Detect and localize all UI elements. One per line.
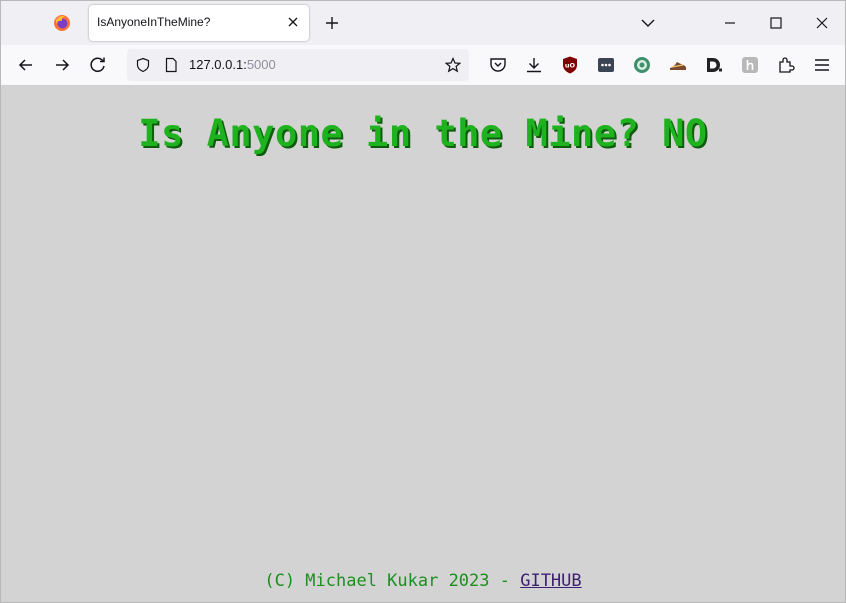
- bookmark-star-icon[interactable]: [445, 57, 461, 73]
- reload-icon[interactable]: [86, 53, 110, 77]
- window-close-icon[interactable]: [811, 12, 833, 34]
- forward-arrow-icon[interactable]: [50, 53, 74, 77]
- maximize-icon[interactable]: [765, 12, 787, 34]
- svg-text:uO: uO: [565, 62, 576, 70]
- shield-icon[interactable]: [135, 57, 151, 73]
- menu-icon[interactable]: [812, 55, 832, 75]
- extensions-icon[interactable]: [776, 55, 796, 75]
- close-tab-icon[interactable]: [285, 14, 301, 30]
- back-arrow-icon[interactable]: [14, 53, 38, 77]
- url-port: 5000: [246, 57, 276, 72]
- footer: (C) Michael Kukar 2023 - GITHUB: [1, 571, 845, 591]
- minimize-icon[interactable]: [719, 12, 741, 34]
- extension-d-icon[interactable]: [704, 55, 724, 75]
- pocket-icon[interactable]: [488, 55, 508, 75]
- chevron-down-icon[interactable]: [637, 12, 659, 34]
- page-content: Is Anyone in the Mine? NO (C) Michael Ku…: [1, 86, 845, 602]
- tab-title: IsAnyoneInTheMine?: [97, 15, 211, 29]
- extension-h-icon[interactable]: [740, 55, 760, 75]
- url-host: 127.0.0.1:: [189, 57, 247, 72]
- tab-strip: IsAnyoneInTheMine?: [1, 1, 845, 45]
- github-link[interactable]: GITHUB: [520, 571, 581, 591]
- browser-window: IsAnyoneInTheMine? 127.0.0.1:5000 uO Is …: [0, 0, 846, 603]
- new-tab-icon[interactable]: [321, 12, 343, 34]
- download-icon[interactable]: [524, 55, 544, 75]
- extension-green-icon[interactable]: [632, 55, 652, 75]
- page-title: Is Anyone in the Mine? NO: [138, 112, 708, 155]
- extension-shoe-icon[interactable]: [668, 55, 688, 75]
- navigation-toolbar: 127.0.0.1:5000 uO: [1, 45, 845, 86]
- url-bar[interactable]: 127.0.0.1:5000: [127, 49, 469, 81]
- page-icon[interactable]: [163, 57, 179, 73]
- footer-copyright: (C) Michael Kukar 2023 -: [264, 571, 521, 591]
- url-text[interactable]: 127.0.0.1:5000: [189, 57, 276, 72]
- ublock-icon[interactable]: uO: [560, 55, 580, 75]
- password-manager-icon[interactable]: [596, 55, 616, 75]
- tab-active[interactable]: IsAnyoneInTheMine?: [89, 5, 309, 41]
- firefox-icon[interactable]: [53, 14, 71, 32]
